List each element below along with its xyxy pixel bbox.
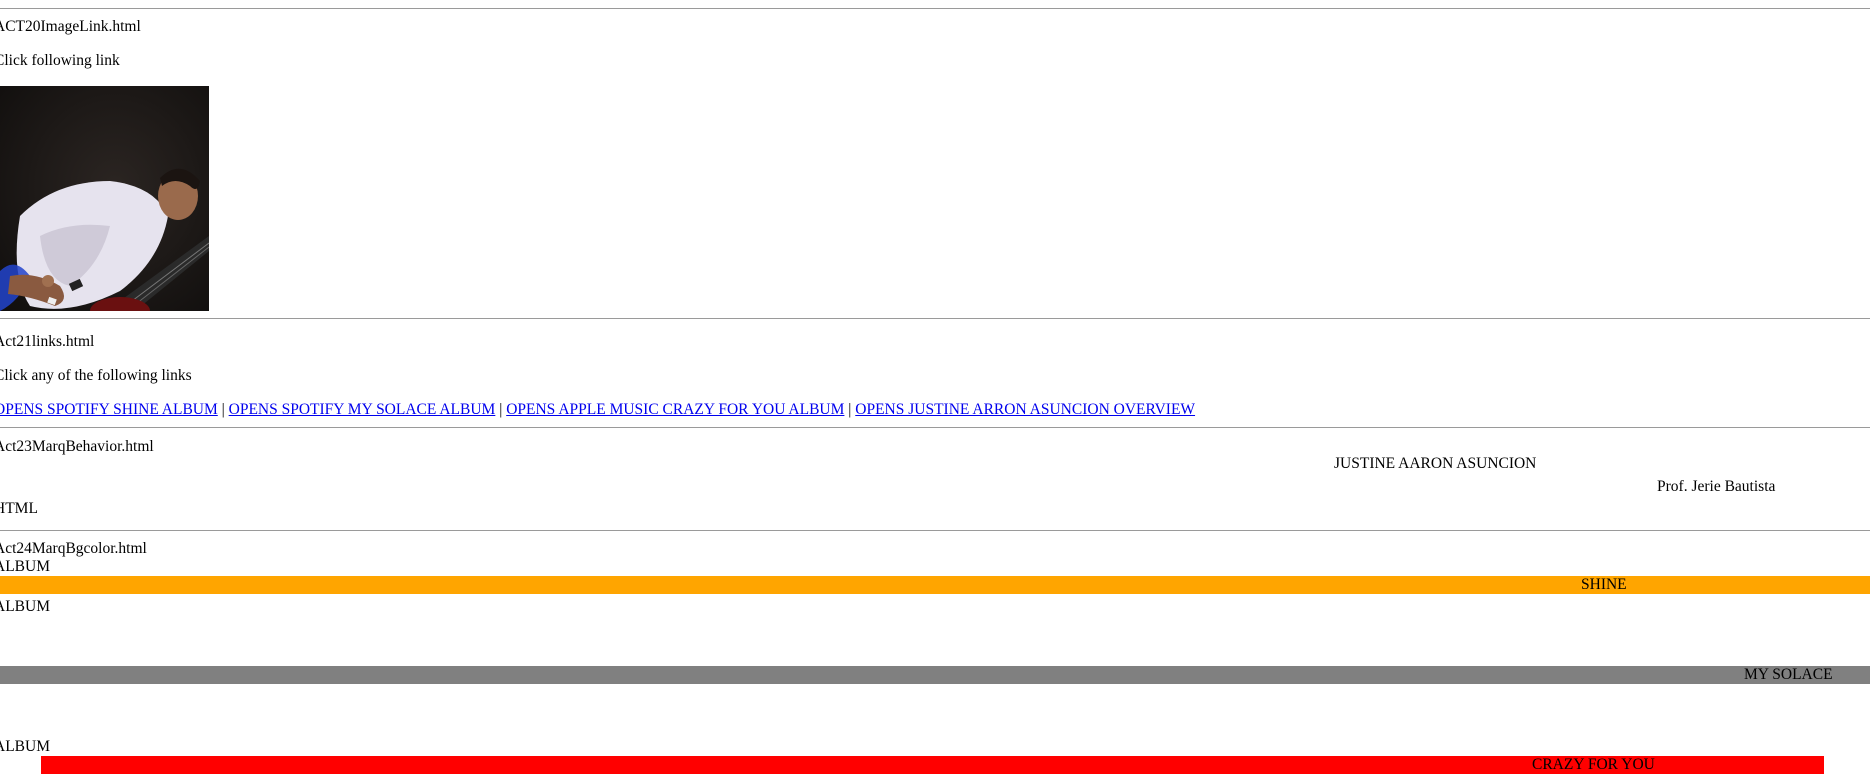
section-filename-act20: ACT20ImageLink.html — [0, 18, 141, 35]
link-separator: | — [221, 401, 225, 418]
marquee-album-title: SHINE — [1581, 576, 1627, 593]
link-separator: | — [848, 401, 852, 418]
horizontal-rule — [0, 318, 1870, 319]
artist-photo-image — [0, 86, 209, 311]
section-filename-act24: Act24MarqBgcolor.html — [0, 540, 147, 557]
section-instruction-act20: Click following link — [0, 52, 120, 69]
link-apple-music-crazy-for-you[interactable]: OPENS APPLE MUSIC CRAZY FOR YOU ALBUM — [506, 401, 844, 418]
marquee-professor-name: Prof. Jerie Bautista — [1657, 478, 1776, 495]
page: ACT20ImageLink.html Click following link — [0, 0, 1870, 776]
marquee-band-crazy-for-you: CRAZY FOR YOU — [41, 756, 1824, 774]
horizontal-rule — [0, 530, 1870, 531]
album-heading: ALBUM — [0, 558, 50, 575]
marquee-album-title: MY SOLACE — [1744, 666, 1833, 683]
section-instruction-act21: Click any of the following links — [0, 367, 192, 384]
horizontal-rule — [0, 8, 1870, 9]
link-artist-overview[interactable]: OPENS JUSTINE ARRON ASUNCION OVERVIEW — [855, 401, 1195, 418]
horizontal-rule — [0, 427, 1870, 428]
artist-photo-link[interactable] — [0, 86, 209, 311]
section-filename-act21: Act21links.html — [0, 333, 95, 350]
marquee-artist-name: JUSTINE AARON ASUNCION — [1334, 455, 1537, 472]
marquee-band-shine: SHINE — [0, 576, 1870, 594]
marquee-band-my-solace: MY SOLACE — [0, 666, 1870, 684]
album-heading: ALBUM — [0, 598, 50, 615]
marquee-subject: HTML — [0, 500, 38, 517]
link-spotify-shine[interactable]: OPENS SPOTIFY SHINE ALBUM — [0, 401, 218, 418]
link-separator: | — [499, 401, 503, 418]
album-links-row: OPENS SPOTIFY SHINE ALBUM | OPENS SPOTIF… — [0, 401, 1195, 419]
section-filename-act23: Act23MarqBehavior.html — [0, 438, 154, 455]
marquee-album-title: CRAZY FOR YOU — [1532, 756, 1655, 773]
link-spotify-my-solace[interactable]: OPENS SPOTIFY MY SOLACE ALBUM — [229, 401, 496, 418]
album-heading: ALBUM — [0, 738, 50, 755]
